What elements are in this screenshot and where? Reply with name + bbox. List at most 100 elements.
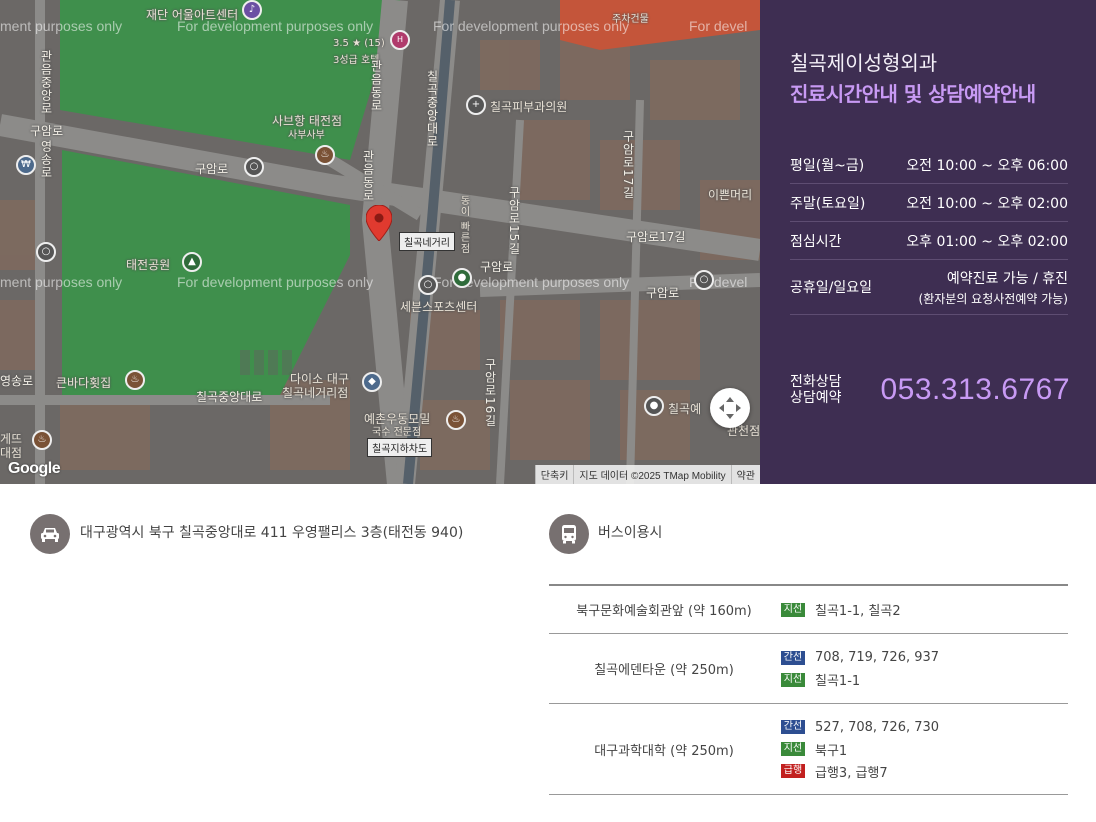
park-icon[interactable]: ▲ bbox=[182, 252, 202, 272]
map-label: 칠곡네거리점 bbox=[282, 386, 349, 400]
restaurant-icon[interactable]: ♨ bbox=[315, 145, 335, 165]
car-circle bbox=[30, 514, 70, 554]
bank-icon[interactable]: ₩ bbox=[16, 155, 36, 175]
table-row: 칠곡에덴타운 (약 250m) 간선 708, 719, 726, 937 지선… bbox=[549, 634, 1068, 704]
dev-watermark: ment purposes only bbox=[0, 18, 123, 34]
route-line: 급행 급행3, 급행7 bbox=[781, 760, 1068, 782]
street-label: 관음중앙로 bbox=[39, 50, 53, 115]
route-line: 지선 칠곡1-1, 칠곡2 bbox=[781, 599, 1068, 621]
keyboard-shortcuts-link[interactable]: 단축키 bbox=[534, 465, 574, 484]
hours-note: (환자분의 요청사전예약 가능) bbox=[918, 291, 1068, 306]
street-label: 구암로 bbox=[480, 260, 514, 274]
underpass-label: 칠곡지하차도 bbox=[367, 438, 433, 457]
street-label: 구암로 bbox=[30, 124, 64, 138]
bus-stop-name: 칠곡에덴타운 (약 250m) bbox=[594, 663, 734, 678]
intersection-label: 칠곡네거리 bbox=[399, 232, 455, 251]
move-arrows-icon bbox=[719, 397, 741, 419]
map-label: 주차건물 bbox=[612, 14, 649, 25]
street-label: 구암로16길 bbox=[483, 358, 497, 428]
terms-link[interactable]: 약관 bbox=[730, 465, 760, 484]
hours-row: 점심시간 오후 01:00 ~ 오후 02:00 bbox=[790, 222, 1068, 260]
hours-time: 오전 10:00 ~ 오후 02:00 bbox=[906, 195, 1068, 212]
place-icon[interactable]: ● bbox=[644, 396, 664, 416]
street-label: 영송로 bbox=[0, 374, 34, 388]
route-line: 간선 527, 708, 726, 730 bbox=[781, 716, 1068, 738]
hours-day: 주말(토요일) bbox=[790, 195, 866, 212]
map-label: 이쁜머리 bbox=[708, 188, 753, 202]
restaurant-icon[interactable]: ♨ bbox=[125, 370, 145, 390]
map-label: 세븐스포츠센터 bbox=[400, 300, 478, 314]
bus-icon bbox=[562, 525, 576, 544]
map-label: 큰바다횟집 bbox=[56, 376, 112, 390]
hours-row: 주말(토요일) 오전 10:00 ~ 오후 02:00 bbox=[790, 184, 1068, 222]
place-icon[interactable]: ○ bbox=[694, 270, 714, 290]
map-label: 칠곡예 bbox=[668, 402, 702, 416]
phone-label-line: 전화상담 bbox=[790, 374, 842, 390]
street-label: 관음동로 bbox=[369, 60, 383, 112]
map[interactable]: ment purposes only For development purpo… bbox=[0, 0, 760, 484]
table-row: 북구문화예술회관앞 (약 160m) 지선 칠곡1-1, 칠곡2 bbox=[549, 586, 1068, 634]
bus-stop-name: 북구문화예술회관앞 (약 160m) bbox=[576, 604, 752, 619]
route-numbers: 급행3, 급행7 bbox=[815, 765, 888, 781]
clinic-icon[interactable]: + bbox=[466, 95, 486, 115]
place-icon[interactable]: ○ bbox=[36, 242, 56, 262]
hours-row: 공휴일/일요일 예약진료 가능 / 휴진 (환자분의 요청사전예약 가능) bbox=[790, 260, 1068, 315]
route-numbers: 칠곡1-1 bbox=[815, 674, 861, 689]
dev-watermark: For development purposes only bbox=[177, 274, 374, 290]
map-label: 대점 bbox=[0, 446, 23, 460]
place-icon[interactable]: ○ bbox=[244, 157, 264, 177]
bus-routes: 간선 527, 708, 726, 730 지선 북구1 급행 급행3, 급행7 bbox=[779, 708, 1068, 790]
hours-table: 평일(월~금) 오전 10:00 ~ 오후 06:00 주말(토요일) 오전 1… bbox=[790, 146, 1068, 315]
street-label: 구암로 bbox=[646, 286, 680, 300]
google-logo[interactable]: Google bbox=[8, 460, 61, 478]
street-label: 구암로 bbox=[195, 162, 229, 176]
bus-table: 북구문화예술회관앞 (약 160m) 지선 칠곡1-1, 칠곡2 칠곡에덴타운 … bbox=[549, 584, 1068, 795]
car-icon bbox=[41, 528, 59, 542]
dev-watermark: For devel bbox=[689, 18, 748, 34]
map-label: 칠곡피부과의원 bbox=[490, 100, 568, 114]
hours-time: 오전 10:00 ~ 오후 06:00 bbox=[906, 157, 1068, 174]
map-label: 태전공원 bbox=[126, 258, 171, 272]
map-label: 동이 빠른점 bbox=[458, 195, 469, 255]
table-row: 대구과학대학 (약 250m) 간선 527, 708, 726, 730 지선… bbox=[549, 704, 1068, 795]
phone-number[interactable]: 053.313.6767 bbox=[880, 373, 1070, 407]
route-numbers: 527, 708, 726, 730 bbox=[815, 719, 940, 735]
bus-circle bbox=[549, 514, 589, 554]
hours-time: 예약진료 가능 / 휴진 bbox=[946, 270, 1068, 287]
culture-icon[interactable]: ♪ bbox=[242, 0, 262, 20]
phone-block: 전화상담 상담예약 053.313.6767 bbox=[790, 373, 1070, 407]
map-label: 3.5 ★ (15) bbox=[333, 38, 385, 49]
bus-title: 버스이용시 bbox=[598, 525, 663, 541]
sports-icon[interactable]: ● bbox=[452, 268, 472, 288]
street-label: 칠곡중앙대로 bbox=[425, 70, 439, 148]
shop-icon[interactable]: ◆ bbox=[362, 372, 382, 392]
phone-label-line: 상담예약 bbox=[790, 390, 842, 406]
route-line: 지선 칠곡1-1 bbox=[781, 669, 1068, 691]
hours-time: 오후 01:00 ~ 오후 02:00 bbox=[906, 233, 1068, 250]
map-label: 사부사부 bbox=[288, 130, 325, 141]
place-icon[interactable]: ○ bbox=[418, 275, 438, 295]
route-tag-trunk: 간선 bbox=[781, 720, 805, 734]
route-numbers: 북구1 bbox=[815, 743, 848, 759]
street-label: 구암로17길 bbox=[621, 130, 635, 200]
map-label: 재단 어울아트센터 bbox=[146, 8, 239, 22]
restaurant-icon[interactable]: ♨ bbox=[32, 430, 52, 450]
dev-watermark: ment purposes only bbox=[0, 274, 123, 290]
hours-day: 공휴일/일요일 bbox=[790, 280, 872, 296]
street-label: 칠곡중앙대로 bbox=[196, 390, 263, 404]
map-footer: 단축키 지도 데이터 ©2025 TMap Mobility 약관 bbox=[534, 465, 760, 484]
restaurant-icon[interactable]: ♨ bbox=[446, 410, 466, 430]
route-tag-trunk: 간선 bbox=[781, 650, 805, 665]
route-line: 지선 북구1 bbox=[781, 738, 1068, 760]
bus-stop-name: 대구과학대학 (약 250m) bbox=[594, 743, 734, 759]
phone-label: 전화상담 상담예약 bbox=[790, 374, 842, 406]
bus-routes: 간선 708, 719, 726, 937 지선 칠곡1-1 bbox=[779, 639, 1068, 699]
clinic-info-panel: 칠곡제이성형외과 진료시간안내 및 상담예약안내 평일(월~금) 오전 10:0… bbox=[760, 0, 1096, 484]
hotel-icon[interactable]: H bbox=[390, 30, 410, 50]
pan-control-button[interactable] bbox=[710, 388, 750, 428]
street-label: 영송로 bbox=[39, 140, 53, 179]
location-pin-icon[interactable] bbox=[366, 205, 392, 241]
hours-day: 평일(월~금) bbox=[790, 157, 865, 174]
route-tag-branch: 지선 bbox=[781, 672, 805, 687]
info-subtitle: 진료시간안내 및 상담예약안내 bbox=[790, 82, 1036, 106]
